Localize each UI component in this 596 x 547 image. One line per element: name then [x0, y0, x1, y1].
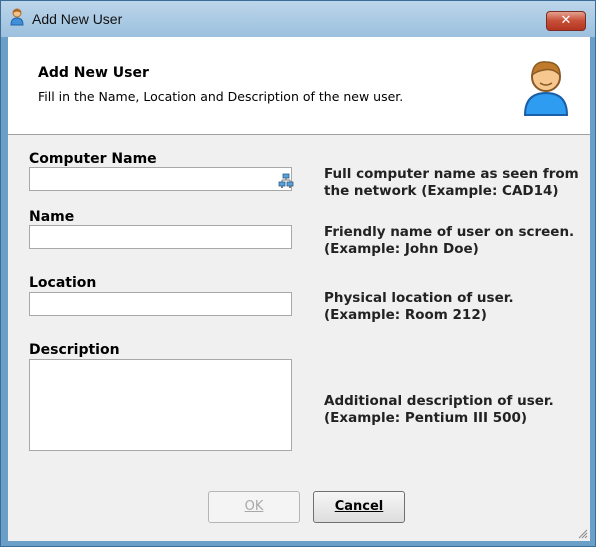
network-computers-icon[interactable]	[278, 173, 294, 189]
close-icon: ✕	[560, 13, 572, 28]
help-line: (Example: Room 212)	[324, 307, 487, 323]
help-line: Additional description of user.	[324, 393, 554, 409]
computer-name-help: Full computer name as seen from the netw…	[324, 166, 579, 200]
help-line: (Example: John Doe)	[324, 241, 479, 257]
user-icon	[10, 8, 24, 26]
location-label: Location	[29, 275, 97, 291]
add-new-user-dialog: Add New User ✕ Add New User Fill in the …	[0, 0, 596, 547]
window-title: Add New User	[32, 11, 123, 27]
resize-grip-icon[interactable]	[576, 527, 588, 539]
name-input[interactable]	[29, 225, 292, 249]
name-label: Name	[29, 209, 75, 225]
computer-name-input[interactable]	[29, 167, 292, 191]
description-textarea[interactable]	[29, 359, 292, 451]
wizard-header: Add New User Fill in the Name, Location …	[8, 37, 590, 135]
ok-label: OK	[244, 499, 264, 514]
description-label: Description	[29, 342, 120, 358]
location-input[interactable]	[29, 292, 292, 316]
location-help: Physical location of user. (Example: Roo…	[324, 290, 514, 324]
header-title: Add New User	[38, 65, 149, 81]
ok-button[interactable]: OK	[208, 491, 300, 523]
help-line: (Example: Pentium III 500)	[324, 410, 528, 426]
cancel-button[interactable]: Cancel	[313, 491, 405, 523]
description-help: Additional description of user. (Example…	[324, 393, 554, 427]
header-subtitle: Fill in the Name, Location and Descripti…	[38, 89, 404, 104]
help-line: Friendly name of user on screen.	[324, 224, 575, 240]
cancel-label: Cancel	[334, 499, 384, 514]
computer-name-label: Computer Name	[29, 151, 157, 167]
user-icon	[523, 61, 569, 116]
help-line: Full computer name as seen from	[324, 166, 579, 182]
help-line: Physical location of user.	[324, 290, 514, 306]
help-line: the network (Example: CAD14)	[324, 183, 559, 199]
dialog-body: Add New User Fill in the Name, Location …	[8, 37, 590, 541]
name-help: Friendly name of user on screen. (Exampl…	[324, 224, 574, 258]
close-button[interactable]: ✕	[546, 11, 586, 31]
title-bar[interactable]: Add New User ✕	[1, 1, 595, 37]
